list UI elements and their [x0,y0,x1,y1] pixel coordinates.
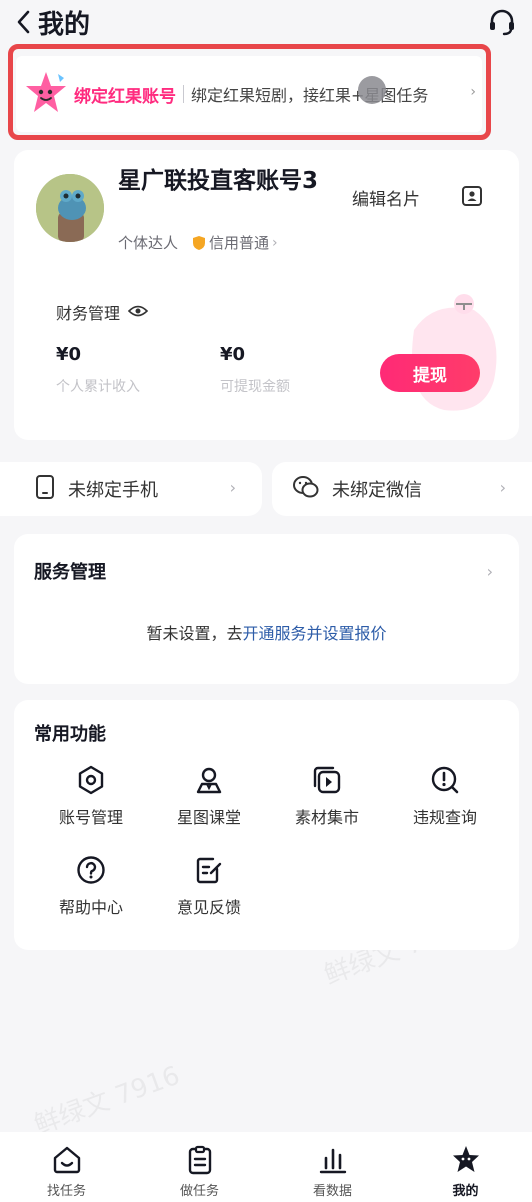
creator-tags: 个体达人 信用普通 › [118,232,278,253]
bottom-tab-bar: 找任务 做任务 看数据 我的 [0,1132,532,1202]
bar-chart-icon [319,1148,346,1174]
page-title: 我的 [38,9,91,40]
chevron-right-icon: › [486,562,493,581]
total-income-label: 个人累计收入 [56,379,140,395]
watermark: 鲜绿文 7916 [30,1060,184,1142]
credit-label: 信用普通 [209,234,270,252]
wechat-icon [292,474,320,504]
finance-management-label: 财务管理 [56,300,149,324]
bind-phone-item[interactable]: 未绑定手机 › [0,462,262,516]
contact-card-icon[interactable] [460,184,484,212]
tab-view-data[interactable]: 看数据 [266,1132,399,1202]
func-material-market[interactable]: 素材集市 [272,764,382,828]
service-empty-state: 暂未设置，去开通服务并设置报价 [14,620,519,644]
total-income-value: ¥0 [56,344,82,365]
finance-title: 财务管理 [56,304,121,323]
withdraw-button[interactable]: 提现 [380,354,480,392]
func-account-management[interactable]: 账号管理 [36,764,146,828]
video-library-icon [313,766,341,794]
tab-mine[interactable]: 我的 [399,1132,532,1202]
tab-label: 看数据 [312,1184,352,1199]
role-label: 个体达人 [118,234,179,252]
tab-find-tasks[interactable]: 找任务 [0,1132,133,1202]
feedback-icon [196,857,222,884]
phone-icon [34,474,56,504]
account-name: 星广联投直客账号3 [118,168,319,194]
func-label: 违规查询 [412,808,477,827]
bind-wechat-item[interactable]: 未绑定微信 › [272,462,532,516]
shield-icon [192,235,206,251]
func-label: 意见反馈 [176,898,241,917]
func-label: 星图课堂 [176,808,241,827]
common-functions-title: 常用功能 [34,724,106,745]
withdrawable-label: 可提现金额 [220,379,290,395]
func-violation-query[interactable]: 违规查询 [390,764,500,828]
tab-label: 我的 [452,1184,479,1199]
withdrawable-value: ¥0 [220,344,246,365]
home-smile-icon [53,1146,80,1174]
clipboard-icon [188,1145,211,1175]
top-bar: 我的 [0,0,532,44]
common-functions-card: 常用功能 账号管理 星图课堂 素材集市 违规查询 帮助中心 意见反馈 [14,700,519,950]
service-management-card[interactable]: 服务管理 › 暂未设置，去开通服务并设置报价 [14,534,519,684]
customer-service-icon[interactable] [486,6,518,38]
func-label: 素材集市 [294,808,359,827]
func-label: 帮助中心 [58,898,123,917]
star-mascot-icon [452,1146,479,1172]
chevron-right-icon: › [272,234,278,251]
highlight-outline [8,44,491,140]
tab-label: 做任务 [179,1184,219,1199]
alert-search-icon [431,766,459,794]
bind-phone-label: 未绑定手机 [68,480,158,501]
back-chevron-icon[interactable] [14,9,34,35]
edit-card-button[interactable]: 编辑名片 [342,180,430,214]
tab-do-tasks[interactable]: 做任务 [133,1132,266,1202]
func-label: 账号管理 [58,808,123,827]
avatar[interactable] [36,174,104,242]
open-service-link[interactable]: 开通服务并设置报价 [243,624,387,643]
help-icon [77,856,105,884]
bind-wechat-label: 未绑定微信 [332,480,422,501]
func-feedback[interactable]: 意见反馈 [154,854,264,918]
service-management-title: 服务管理 [34,562,106,583]
person-teacher-icon [196,767,222,794]
service-empty-text: 暂未设置，去 [146,624,243,643]
chevron-right-icon: › [499,478,506,497]
func-help-center[interactable]: 帮助中心 [36,854,146,918]
eye-icon[interactable] [127,303,149,322]
chevron-right-icon: › [229,478,236,497]
hexagon-gear-icon [78,765,104,795]
func-xingtu-class[interactable]: 星图课堂 [154,764,264,828]
credit-level[interactable]: 信用普通 › [192,232,278,253]
tab-label: 找任务 [46,1184,86,1199]
profile-card: 星广联投直客账号3 编辑名片 个体达人 信用普通 › 财务管理 ¥0 个人累计收… [14,150,519,440]
